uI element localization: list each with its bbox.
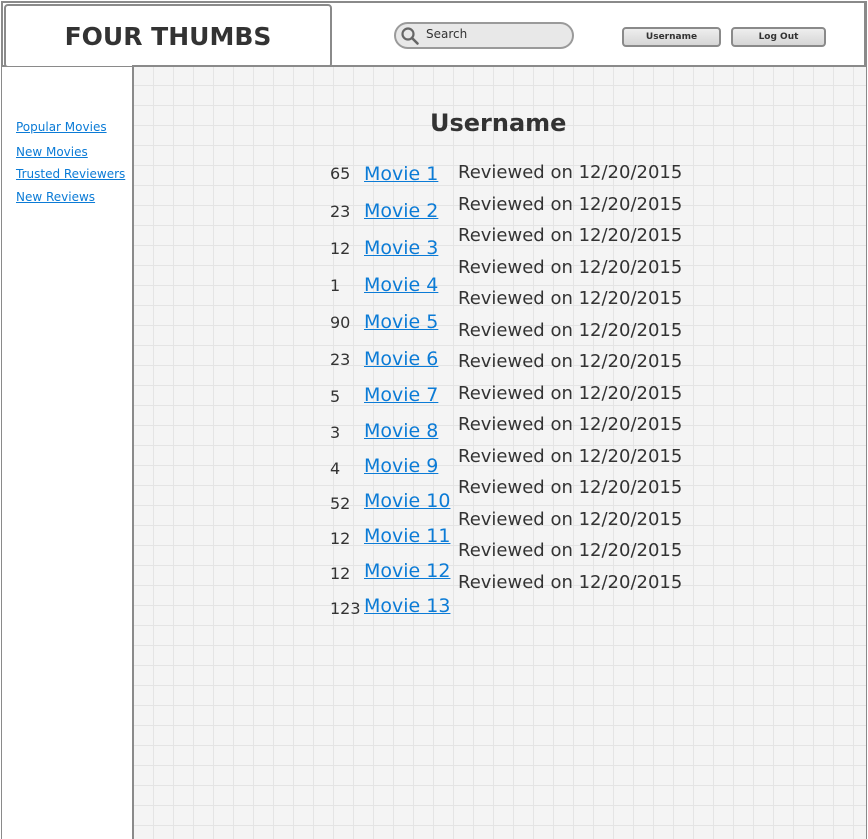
reviewed-date: Reviewed on 12/20/2015 bbox=[458, 225, 683, 246]
movie-link[interactable]: Movie 2 bbox=[364, 200, 438, 222]
review-count: 5 bbox=[330, 387, 341, 406]
reviewed-date: Reviewed on 12/20/2015 bbox=[458, 477, 683, 498]
reviewed-date: Reviewed on 12/20/2015 bbox=[458, 194, 683, 215]
sidebar-item-trusted-reviewers[interactable]: Trusted Reviewers bbox=[16, 167, 125, 181]
movie-link[interactable]: Movie 4 bbox=[364, 274, 438, 296]
logout-button[interactable]: Log Out bbox=[731, 27, 826, 47]
movie-link[interactable]: Movie 13 bbox=[364, 595, 450, 617]
review-count: 65 bbox=[330, 164, 351, 183]
movie-link[interactable]: Movie 5 bbox=[364, 311, 438, 333]
reviewed-date: Reviewed on 12/20/2015 bbox=[458, 446, 683, 467]
movie-link[interactable]: Movie 1 bbox=[364, 163, 438, 185]
movie-link[interactable]: Movie 7 bbox=[364, 384, 438, 406]
search-box[interactable] bbox=[394, 22, 574, 49]
username-button[interactable]: Username bbox=[622, 27, 721, 47]
sidebar: Popular Movies New Movies Trusted Review… bbox=[2, 67, 133, 839]
review-count: 23 bbox=[330, 202, 351, 221]
search-input[interactable] bbox=[422, 27, 566, 41]
movie-link[interactable]: Movie 6 bbox=[364, 348, 438, 370]
logo-text: FOUR THUMBS bbox=[64, 21, 272, 51]
reviewed-date: Reviewed on 12/20/2015 bbox=[458, 162, 683, 183]
main-content: Username 65 23 12 1 90 23 5 3 4 52 12 12… bbox=[132, 65, 866, 839]
reviewed-date: Reviewed on 12/20/2015 bbox=[458, 509, 683, 530]
sidebar-item-new-movies[interactable]: New Movies bbox=[16, 145, 88, 159]
page-title: Username bbox=[430, 109, 567, 137]
review-count: 1 bbox=[330, 276, 341, 295]
reviewed-date: Reviewed on 12/20/2015 bbox=[458, 572, 683, 593]
review-count: 123 bbox=[330, 599, 361, 618]
movie-link[interactable]: Movie 12 bbox=[364, 560, 450, 582]
sidebar-item-new-reviews[interactable]: New Reviews bbox=[16, 190, 95, 204]
reviewed-date: Reviewed on 12/20/2015 bbox=[458, 288, 683, 309]
review-count: 23 bbox=[330, 350, 351, 369]
sidebar-item-popular-movies[interactable]: Popular Movies bbox=[16, 120, 107, 134]
review-count: 3 bbox=[330, 423, 341, 442]
reviewed-date: Reviewed on 12/20/2015 bbox=[458, 351, 683, 372]
review-count: 52 bbox=[330, 494, 351, 513]
header-bar: FOUR THUMBS Username Log Out bbox=[1, 1, 866, 68]
reviewed-date: Reviewed on 12/20/2015 bbox=[458, 257, 683, 278]
review-count: 12 bbox=[330, 239, 351, 258]
review-count: 12 bbox=[330, 529, 351, 548]
logo-box[interactable]: FOUR THUMBS bbox=[4, 4, 332, 68]
reviewed-date: Reviewed on 12/20/2015 bbox=[458, 320, 683, 341]
reviewed-date: Reviewed on 12/20/2015 bbox=[458, 540, 683, 561]
movie-link[interactable]: Movie 8 bbox=[364, 420, 438, 442]
movie-link[interactable]: Movie 10 bbox=[364, 490, 450, 512]
review-count: 12 bbox=[330, 564, 351, 583]
movie-link[interactable]: Movie 3 bbox=[364, 237, 438, 259]
review-count: 4 bbox=[330, 459, 341, 478]
reviewed-date: Reviewed on 12/20/2015 bbox=[458, 383, 683, 404]
movie-link[interactable]: Movie 9 bbox=[364, 455, 438, 477]
movie-link[interactable]: Movie 11 bbox=[364, 525, 450, 547]
reviewed-date: Reviewed on 12/20/2015 bbox=[458, 414, 683, 435]
search-icon bbox=[398, 24, 422, 48]
review-count: 90 bbox=[330, 313, 351, 332]
